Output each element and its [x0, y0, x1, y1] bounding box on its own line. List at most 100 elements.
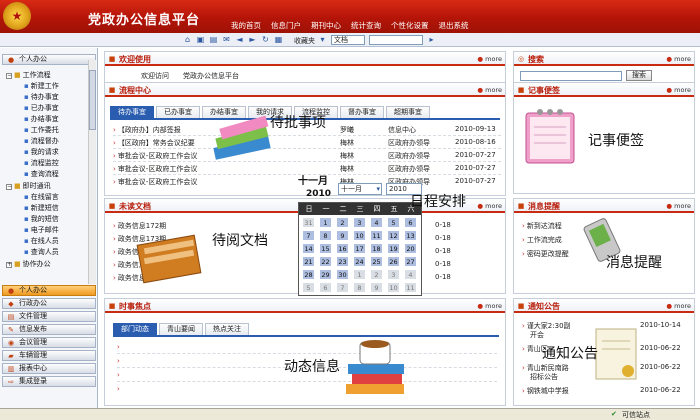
nav-logout[interactable]: 退出系统 — [439, 20, 469, 31]
collapse-icon[interactable]: − — [6, 184, 12, 190]
calendar-day[interactable]: 20 — [404, 243, 417, 254]
tab-overdue[interactable]: 超期事宜 — [386, 106, 430, 118]
announcement-row[interactable]: › 钢铁城中学报 — [522, 386, 569, 396]
toolbar-search-input[interactable] — [369, 35, 423, 45]
calendar-day[interactable]: 4 — [370, 217, 383, 228]
tree-group-collab[interactable]: + ■ 协作办公 — [6, 259, 51, 269]
tab-supervise[interactable]: 督办事宜 — [340, 106, 384, 118]
tree-item-query-users[interactable]: ▪ 查询人员 — [24, 247, 59, 257]
back-arrow-icon[interactable]: ◄ — [235, 35, 244, 44]
calendar-day[interactable]: 24 — [353, 256, 366, 267]
doc-row[interactable]: › 政务信息172期 — [113, 221, 166, 231]
calendar-day[interactable]: 30 — [336, 269, 349, 280]
search-go-icon[interactable]: ▸ — [427, 35, 436, 44]
calendar-day[interactable]: 29 — [319, 269, 332, 280]
notice-item[interactable]: › 密码更改提醒 — [522, 249, 569, 259]
calendar-day[interactable]: 1 — [353, 269, 366, 280]
sidebar-section-files[interactable]: ▤ 文件管理 — [2, 311, 96, 322]
tree-item-delegate[interactable]: ▪ 工作委托 — [24, 125, 59, 135]
chevron-down-icon[interactable]: ▾ — [376, 184, 380, 194]
calendar-day[interactable]: 2 — [336, 217, 349, 228]
workflow-row[interactable]: › 审批会议-区政府工作会议 — [113, 164, 197, 174]
refresh-icon[interactable]: ↻ — [261, 35, 270, 44]
calendar-day[interactable]: 3 — [353, 217, 366, 228]
tree-group-workflow[interactable]: − ■ 工作流程 — [6, 70, 51, 80]
calendar-day[interactable]: 7 — [336, 282, 349, 293]
collapse-icon[interactable]: − — [6, 73, 12, 79]
search-more-link[interactable]: ● more — [666, 55, 691, 63]
workflow-more-link[interactable]: ● more — [477, 86, 502, 94]
workflow-row[interactable]: › 审批会议-区政府工作会议 — [113, 151, 197, 161]
calendar-day[interactable]: 9 — [336, 230, 349, 241]
doc-type-select[interactable]: 文档 — [331, 35, 365, 45]
tree-item-email[interactable]: ▪ 电子邮件 — [24, 225, 59, 235]
tree-item-my-requests[interactable]: ▪ 我的请求 — [24, 147, 59, 157]
calendar-day[interactable]: 18 — [370, 243, 383, 254]
news-more-link[interactable]: ● more — [477, 302, 502, 310]
tree-group-im[interactable]: − ■ 即时通讯 — [6, 181, 51, 191]
nav-statistics[interactable]: 统计查询 — [351, 20, 381, 31]
folder-icon[interactable]: ▣ — [196, 35, 205, 44]
tree-item-online-message[interactable]: ▪ 在线留言 — [24, 192, 59, 202]
sidebar-section-personal[interactable]: ● 个人办公 — [2, 285, 96, 296]
welcome-more-link[interactable]: ● more — [477, 55, 502, 63]
calendar-day[interactable]: 11 — [370, 230, 383, 241]
calendar-day[interactable]: 4 — [404, 269, 417, 280]
tree-item-new-sms[interactable]: ▪ 新建短信 — [24, 203, 59, 213]
calendar-day[interactable]: 26 — [387, 256, 400, 267]
tree-item-todo[interactable]: ▪ 待办事宜 — [24, 92, 59, 102]
tab-dept-news[interactable]: 部门动态 — [113, 323, 157, 335]
mail-icon[interactable]: ✉ — [222, 35, 231, 44]
pending-docs-more-link[interactable]: ● more — [477, 202, 502, 210]
scrollbar-thumb[interactable] — [89, 70, 96, 130]
search-input[interactable] — [520, 71, 622, 81]
calendar-day[interactable]: 10 — [387, 282, 400, 293]
calendar-day[interactable]: 19 — [387, 243, 400, 254]
nav-journal[interactable]: 期刊中心 — [311, 20, 341, 31]
tree-item-finished[interactable]: ▪ 办结事宜 — [24, 114, 59, 124]
calendar-day[interactable]: 22 — [319, 256, 332, 267]
calendar-day[interactable]: 9 — [370, 282, 383, 293]
workflow-row[interactable]: › 审批会议-区政府工作会议 — [113, 177, 197, 187]
calendar-day[interactable]: 5 — [387, 217, 400, 228]
sidebar-section-vehicle[interactable]: ▰ 车辆管理 — [2, 350, 96, 361]
calendar-day[interactable]: 8 — [319, 230, 332, 241]
calendar-day[interactable]: 6 — [404, 217, 417, 228]
calendar-day[interactable]: 13 — [404, 230, 417, 241]
save-icon[interactable]: ▦ — [274, 35, 283, 44]
tree-item-my-sms[interactable]: ▪ 我的短信 — [24, 214, 59, 224]
tree-item-query[interactable]: ▪ 查询流程 — [24, 169, 59, 179]
calendar-month-select[interactable]: 十一月 ▾ — [338, 183, 382, 195]
tab-done[interactable]: 已办事宜 — [156, 106, 200, 118]
notice-item[interactable]: › 工作流完成 — [522, 235, 562, 245]
tab-todo[interactable]: 待办事宜 — [110, 106, 154, 118]
calendar-day[interactable]: 28 — [302, 269, 315, 280]
nav-personal-settings[interactable]: 个性化设置 — [391, 20, 429, 31]
calendar-day[interactable]: 16 — [336, 243, 349, 254]
sidebar-section-reports[interactable]: ▥ 报表中心 — [2, 363, 96, 374]
notice-item[interactable]: › 新到达流程 — [522, 221, 562, 231]
nav-home[interactable]: 我的首页 — [231, 20, 261, 31]
calendar-day[interactable]: 27 — [404, 256, 417, 267]
nav-portal[interactable]: 信息门户 — [271, 20, 301, 31]
tree-item-online-users[interactable]: ▪ 在线人员 — [24, 236, 59, 246]
calendar-day[interactable]: 31 — [302, 217, 315, 228]
forward-arrow-icon[interactable]: ► — [248, 35, 257, 44]
memo-more-link[interactable]: ● more — [666, 86, 691, 94]
chevron-down-icon[interactable]: ▾ — [318, 35, 327, 44]
expand-icon[interactable]: + — [6, 262, 12, 268]
tree-item-supervise[interactable]: ▪ 流程督办 — [24, 136, 59, 146]
workflow-row[interactable]: › 【政府办】内部签报 — [113, 125, 181, 135]
workflow-row[interactable]: › 【区政府】常务会议纪要 — [113, 138, 195, 148]
calendar-day[interactable]: 14 — [302, 243, 315, 254]
calendar-day[interactable]: 11 — [404, 282, 417, 293]
tree-item-new-work[interactable]: ▪ 新建工作 — [24, 81, 59, 91]
calendar-day[interactable]: 3 — [387, 269, 400, 280]
sidebar-section-admin[interactable]: ◆ 行政办公 — [2, 298, 96, 309]
calendar-day[interactable]: 8 — [353, 282, 366, 293]
calendar-day[interactable]: 10 — [353, 230, 366, 241]
tab-hot-topics[interactable]: 热点关注 — [205, 323, 249, 335]
calendar-day[interactable]: 6 — [319, 282, 332, 293]
sidebar-personal-office-header[interactable]: ● 个人办公 — [2, 54, 96, 65]
sidebar-section-publish[interactable]: ✎ 信息发布 — [2, 324, 96, 335]
